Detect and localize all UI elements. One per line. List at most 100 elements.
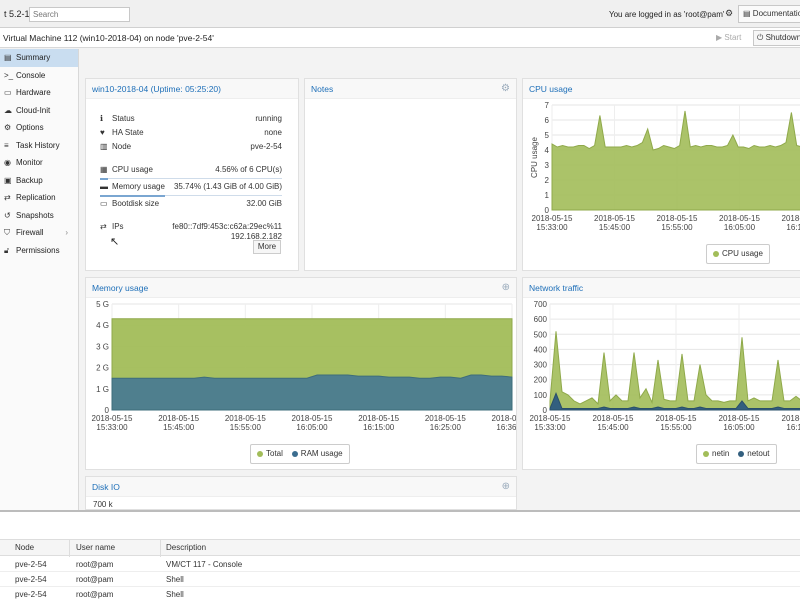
memory-usage-row: ▬ Memory usage 35.74% (1.43 GiB of 4.00 G… [100,182,282,194]
disk-io-panel: Disk IO ⊕ 700 k [85,476,517,510]
task-log-panel: Node User name Description pve-2-54 root… [0,510,800,600]
gear-icon[interactable]: ⚙ [501,79,510,99]
ha-label: HA State [112,128,144,137]
y-tick-label: 600 [534,315,548,324]
y-tick-label: 1 G [96,385,109,394]
table-row[interactable]: pve-2-54 root@pam Shell [0,572,800,587]
sidebar-item-hardware[interactable]: ▭ Hardware [0,84,78,102]
status-label: Status [112,114,135,123]
y-tick-label: 5 [545,131,550,140]
mouse-cursor-icon: ↖ [110,236,120,248]
x-tick-label: 2018-05-15 [719,214,760,223]
usage-bar-fill [100,195,166,197]
cpu-legend[interactable]: CPU usage [706,244,770,264]
ip-v6-value: fe80::7df9:453c:c62a:29ec%11 [172,222,282,231]
bootdisk-row: ▭ Bootdisk size 32.00 GiB [100,199,282,211]
memory-usage-chart: 01 G2 G3 G4 G5 G2018-05-1515:33:002018-0… [92,300,516,432]
top-bar: t 5.2-1 You are logged in as 'root@pam' … [0,0,800,28]
sidebar-item-label: Cloud-Init [16,105,51,115]
sidebar-item-permissions[interactable]: 🔓︎ Permissions [0,242,78,260]
sidebar-item-label: Hardware [16,88,51,97]
search-input[interactable] [29,7,130,22]
legend-ram-label: RAM usage [300,449,343,458]
disk-io-title: Disk IO [92,482,120,492]
info-icon: ℹ [100,114,104,123]
column-header-node[interactable]: Node [15,543,34,552]
hdd-icon: ▭ [100,199,108,208]
sidebar-item-console[interactable]: >_ Console [0,67,78,85]
user-gear-icon[interactable]: ⚙ [725,8,733,19]
floppy-icon: ▣ [4,175,12,185]
ips-label: IPs [112,222,124,231]
status-panel-title: win10-2018-04 (Uptime: 05:25:20) [86,79,298,99]
cloud-icon: ☁ [4,105,12,115]
cpu-usage-chart: 012345672018-05-1515:33:002018-05-1515:4… [530,101,800,232]
y-tick-label: 3 [545,161,550,170]
legend-dot [713,250,719,257]
table-row[interactable]: pve-2-54 root@pam VM/CT 117 - Console [0,557,800,572]
column-divider [69,540,70,557]
x-tick-label: 15:33:00 [96,423,128,432]
y-tick-label: 5 G [96,300,109,309]
x-tick-label: 15:45:00 [599,223,631,232]
zoom-icon[interactable]: ⊕ [502,278,510,298]
cell-description: Shell [166,575,184,584]
network-legend: netin netout [696,444,777,464]
column-header-user[interactable]: User name [76,543,115,552]
x-tick-label: 15:45:00 [597,423,629,432]
sidebar-item-replication[interactable]: ⇄ Replication [0,189,78,207]
cell-user: root@pam [76,590,114,599]
series-area-ram-usage [111,374,513,411]
x-tick-label: 15:55:00 [230,423,262,432]
x-tick-label: 15:45:00 [163,423,195,432]
more-button[interactable]: More [253,240,281,254]
series-area-netin [549,331,800,411]
x-tick-label: 2018-05-15 [492,414,516,423]
sidebar-item-snapshots[interactable]: ↺ Snapshots [0,207,78,225]
legend-dot [291,450,298,457]
legend-ram-item[interactable]: RAM usage [291,449,343,458]
sidebar-item-firewall[interactable]: ⛉ Firewall › [0,224,78,242]
x-tick-label: 2018-05-15 [594,214,635,223]
status-value: running [255,114,282,123]
column-header-description[interactable]: Description [166,543,206,552]
y-tick-label: 6 [545,116,550,125]
eye-icon: ◉ [4,158,11,167]
x-tick-label: 2018-05-15 [719,414,760,423]
legend-netout-item[interactable]: netout [738,449,770,458]
chevron-right-icon[interactable]: › [65,224,68,242]
memory-label: Memory usage [112,182,165,191]
y-tick-label: 3 G [96,342,109,351]
start-button[interactable]: ▶ Start [713,31,749,46]
ha-value: none [264,128,282,137]
sidebar-item-monitor[interactable]: ◉ Monitor [0,154,78,172]
cpu-usage-row: ▦ CPU usage 4.56% of 6 CPU(s) [100,165,282,177]
unlock-icon: 🔓︎ [4,245,10,255]
y-tick-label: 300 [534,361,548,370]
cell-description: VM/CT 117 - Console [166,560,243,569]
documentation-button[interactable]: ▤ Documentation [738,5,800,23]
shutdown-button[interactable]: ⏻ Shutdown [753,30,800,46]
x-tick-label: 15:55:00 [660,423,692,432]
sidebar-item-options[interactable]: ⚙ Options [0,119,78,137]
table-row[interactable]: pve-2-54 root@pam Shell [0,587,800,600]
sidebar-item-cloud-init[interactable]: ☁ Cloud-Init [0,102,78,120]
zoom-icon[interactable]: ⊕ [502,477,510,497]
y-tick-label: 500 [534,330,548,339]
cell-node: pve-2-54 [15,575,47,584]
series-area-cpu-usage [551,110,800,211]
x-tick-label: 2018-05-15 [656,414,697,423]
x-tick-label: 15:33:00 [536,223,568,232]
y-tick-label: 7 [545,101,550,110]
cpu-icon: ▦ [100,165,108,174]
x-tick-label: 16:05:00 [296,423,328,432]
sidebar-item-label: Monitor [16,158,43,167]
cpu-usage-bar [100,178,282,180]
legend-total-item[interactable]: Total [257,449,283,458]
sidebar-item-backup[interactable]: ▣ Backup [0,172,78,190]
sidebar-item-task-history[interactable]: ≡ Task History [0,137,78,155]
x-tick-label: 2018-05-15 [530,414,571,423]
vm-header-bar: Virtual Machine 112 (win10-2018-04) on n… [0,28,800,48]
legend-netin-item[interactable]: netin [703,449,729,458]
sidebar-item-summary[interactable]: ▤ Summary [0,49,78,67]
